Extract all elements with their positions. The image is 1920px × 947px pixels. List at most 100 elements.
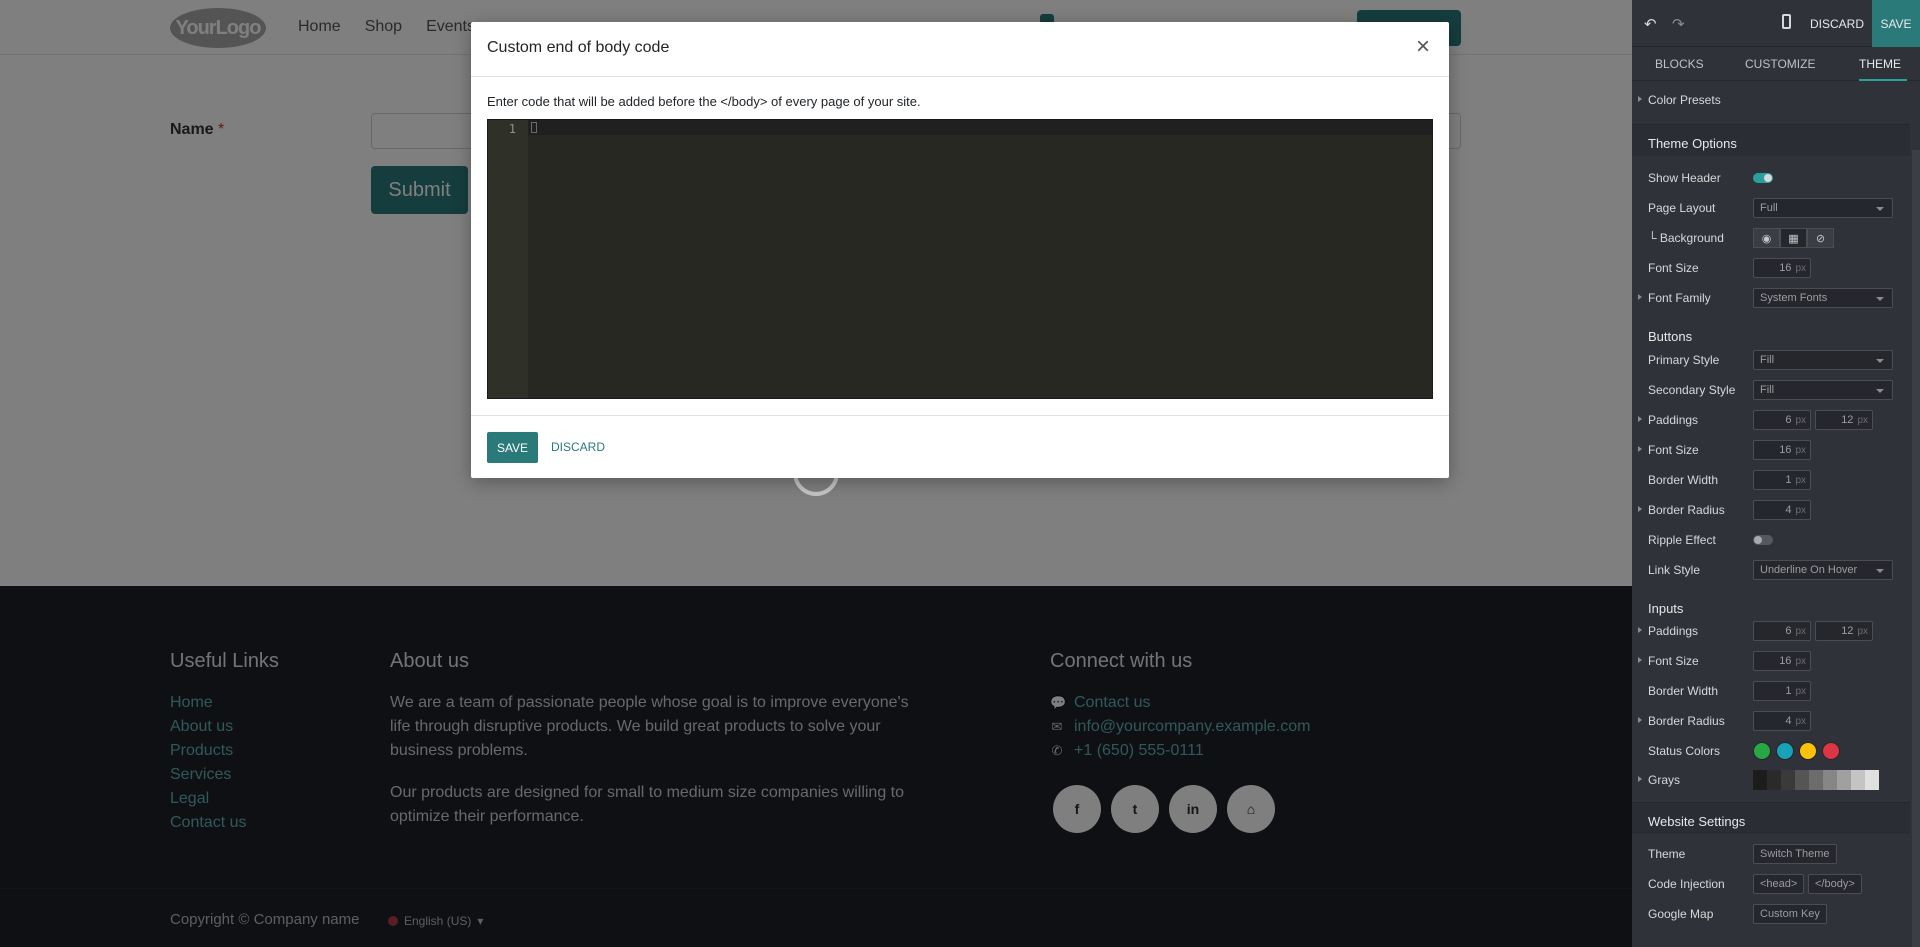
input-border-width-input[interactable]: 1 px xyxy=(1753,681,1811,701)
panel-scrollbar[interactable] xyxy=(1912,150,1920,947)
tab-customize[interactable]: CUSTOMIZE xyxy=(1745,57,1815,71)
theme-label: Theme xyxy=(1648,847,1686,861)
text-cursor xyxy=(531,122,537,133)
show-header-label: Show Header xyxy=(1648,171,1721,185)
active-tab-indicator xyxy=(1859,79,1907,81)
mobile-preview-icon[interactable] xyxy=(1782,14,1791,29)
row-button-border-radius[interactable]: Border Radius 4 px xyxy=(1632,498,1910,522)
unit-label: px xyxy=(1795,626,1806,637)
input-font-size-value: 16 xyxy=(1779,655,1792,667)
row-primary-style: Primary Style Fill xyxy=(1632,348,1910,372)
editor-gutter: 1 xyxy=(488,120,528,398)
unit-label: px xyxy=(1795,475,1806,486)
secondary-style-select[interactable]: Fill xyxy=(1753,380,1893,400)
tab-theme[interactable]: THEME xyxy=(1859,57,1901,71)
warning-color-swatch[interactable] xyxy=(1799,742,1817,760)
camera-icon[interactable]: ◉ xyxy=(1753,228,1780,248)
unit-label: px xyxy=(1795,505,1806,516)
row-input-paddings[interactable]: Paddings 6 px 12 px xyxy=(1632,619,1910,643)
button-border-radius-input[interactable]: 4 px xyxy=(1753,500,1811,520)
font-family-select[interactable]: System Fonts xyxy=(1753,288,1893,308)
row-color-presets[interactable]: Color Presets xyxy=(1632,88,1910,112)
panel-discard-button[interactable]: DISCARD xyxy=(1810,17,1864,31)
page-layout-label: Page Layout xyxy=(1648,201,1716,215)
switch-theme-button[interactable]: Switch Theme xyxy=(1753,844,1837,864)
tab-blocks[interactable]: BLOCKS xyxy=(1655,57,1704,71)
row-font-size: Font Size 16 px xyxy=(1632,256,1910,280)
input-font-size-input[interactable]: 16 px xyxy=(1753,651,1811,671)
row-theme: Theme Switch Theme xyxy=(1632,842,1910,866)
font-size-input[interactable]: 16 px xyxy=(1753,258,1811,278)
undo-icon[interactable]: ↶ xyxy=(1644,15,1657,33)
input-padding-y-value: 6 xyxy=(1785,625,1792,637)
dialog-discard-button[interactable]: DISCARD xyxy=(551,440,605,454)
body-code-button[interactable]: </body> xyxy=(1808,874,1862,894)
input-padding-x-value: 12 xyxy=(1841,625,1854,637)
success-color-swatch[interactable] xyxy=(1753,742,1771,760)
row-input-font-size[interactable]: Font Size 16 px xyxy=(1632,649,1910,673)
dialog-title: Custom end of body code xyxy=(487,39,670,56)
input-paddings-label: Paddings xyxy=(1648,624,1699,638)
font-size-label: Font Size xyxy=(1648,261,1699,275)
button-border-width-input[interactable]: 1 px xyxy=(1753,470,1811,490)
input-border-width-label: Border Width xyxy=(1648,684,1719,698)
button-font-size-value: 16 xyxy=(1779,444,1792,456)
theme-options-title: Theme Options xyxy=(1648,136,1737,151)
input-border-radius-input[interactable]: 4 px xyxy=(1753,711,1811,731)
info-color-swatch[interactable] xyxy=(1776,742,1794,760)
code-injection-dialog: Custom end of body code × Enter code tha… xyxy=(471,22,1449,478)
input-border-radius-value: 4 xyxy=(1785,715,1792,727)
redo-icon[interactable]: ↷ xyxy=(1672,15,1685,33)
active-line-highlight xyxy=(528,120,1432,135)
input-font-size-label: Font Size xyxy=(1648,654,1699,668)
ripple-effect-toggle[interactable] xyxy=(1753,535,1773,545)
dialog-save-button[interactable]: SAVE xyxy=(487,432,538,463)
row-input-border-radius[interactable]: Border Radius 4 px xyxy=(1632,709,1910,733)
button-border-radius-label: Border Radius xyxy=(1648,503,1725,517)
none-icon[interactable]: ⊘ xyxy=(1807,228,1834,248)
close-icon[interactable]: × xyxy=(1411,35,1435,60)
input-padding-y-input[interactable]: 6 px xyxy=(1753,621,1811,641)
row-button-font-size[interactable]: Font Size 16 px xyxy=(1632,438,1910,462)
grays-label: Grays xyxy=(1648,773,1681,787)
show-header-toggle[interactable] xyxy=(1753,173,1773,183)
row-ripple-effect: Ripple Effect xyxy=(1632,528,1910,552)
row-secondary-style: Secondary Style Fill xyxy=(1632,378,1910,402)
primary-style-select[interactable]: Fill xyxy=(1753,350,1893,370)
gray-swatches[interactable] xyxy=(1753,770,1879,790)
page-layout-select[interactable]: Full xyxy=(1753,198,1893,218)
button-border-width-label: Border Width xyxy=(1648,473,1719,487)
panel-save-button[interactable]: SAVE xyxy=(1872,0,1920,47)
button-border-radius-value: 4 xyxy=(1785,504,1792,516)
danger-color-swatch[interactable] xyxy=(1822,742,1840,760)
button-font-size-input[interactable]: 16 px xyxy=(1753,440,1811,460)
color-presets-label: Color Presets xyxy=(1648,93,1721,107)
row-grays[interactable]: Grays xyxy=(1632,768,1910,792)
pattern-icon[interactable]: ▦ xyxy=(1780,228,1807,248)
button-padding-x-input[interactable]: 12 px xyxy=(1815,410,1873,430)
head-code-button[interactable]: <head> xyxy=(1753,874,1805,894)
dialog-body: Enter code that will be added before the… xyxy=(471,77,1449,417)
website-settings-title: Website Settings xyxy=(1648,814,1746,829)
theme-options-scroll[interactable]: Color Presets Theme Options Show Header … xyxy=(1632,82,1920,947)
button-border-width-value: 1 xyxy=(1785,474,1792,486)
google-map-label: Google Map xyxy=(1648,907,1714,921)
row-button-paddings[interactable]: Paddings 6 px 12 px xyxy=(1632,408,1910,432)
font-family-label: Font Family xyxy=(1648,291,1711,305)
input-padding-x-input[interactable]: 12 px xyxy=(1815,621,1873,641)
dialog-header: Custom end of body code × xyxy=(471,22,1449,77)
dialog-description: Enter code that will be added before the… xyxy=(487,94,921,109)
input-border-radius-label: Border Radius xyxy=(1648,714,1725,728)
unit-label: px xyxy=(1795,263,1806,274)
background-buttons: ◉ ▦ ⊘ xyxy=(1753,228,1834,248)
row-background: └ Background ◉ ▦ ⊘ xyxy=(1632,226,1910,250)
input-border-width-value: 1 xyxy=(1785,685,1792,697)
button-padding-y-input[interactable]: 6 px xyxy=(1753,410,1811,430)
custom-key-button[interactable]: Custom Key xyxy=(1753,904,1827,924)
secondary-style-label: Secondary Style xyxy=(1648,383,1736,397)
font-size-value: 16 xyxy=(1779,262,1792,274)
link-style-select[interactable]: Underline On Hover xyxy=(1753,560,1893,580)
row-code-injection: Code Injection <head> </body> xyxy=(1632,872,1910,896)
code-editor[interactable]: 1 xyxy=(487,119,1433,399)
row-font-family[interactable]: Font Family System Fonts xyxy=(1632,286,1910,310)
